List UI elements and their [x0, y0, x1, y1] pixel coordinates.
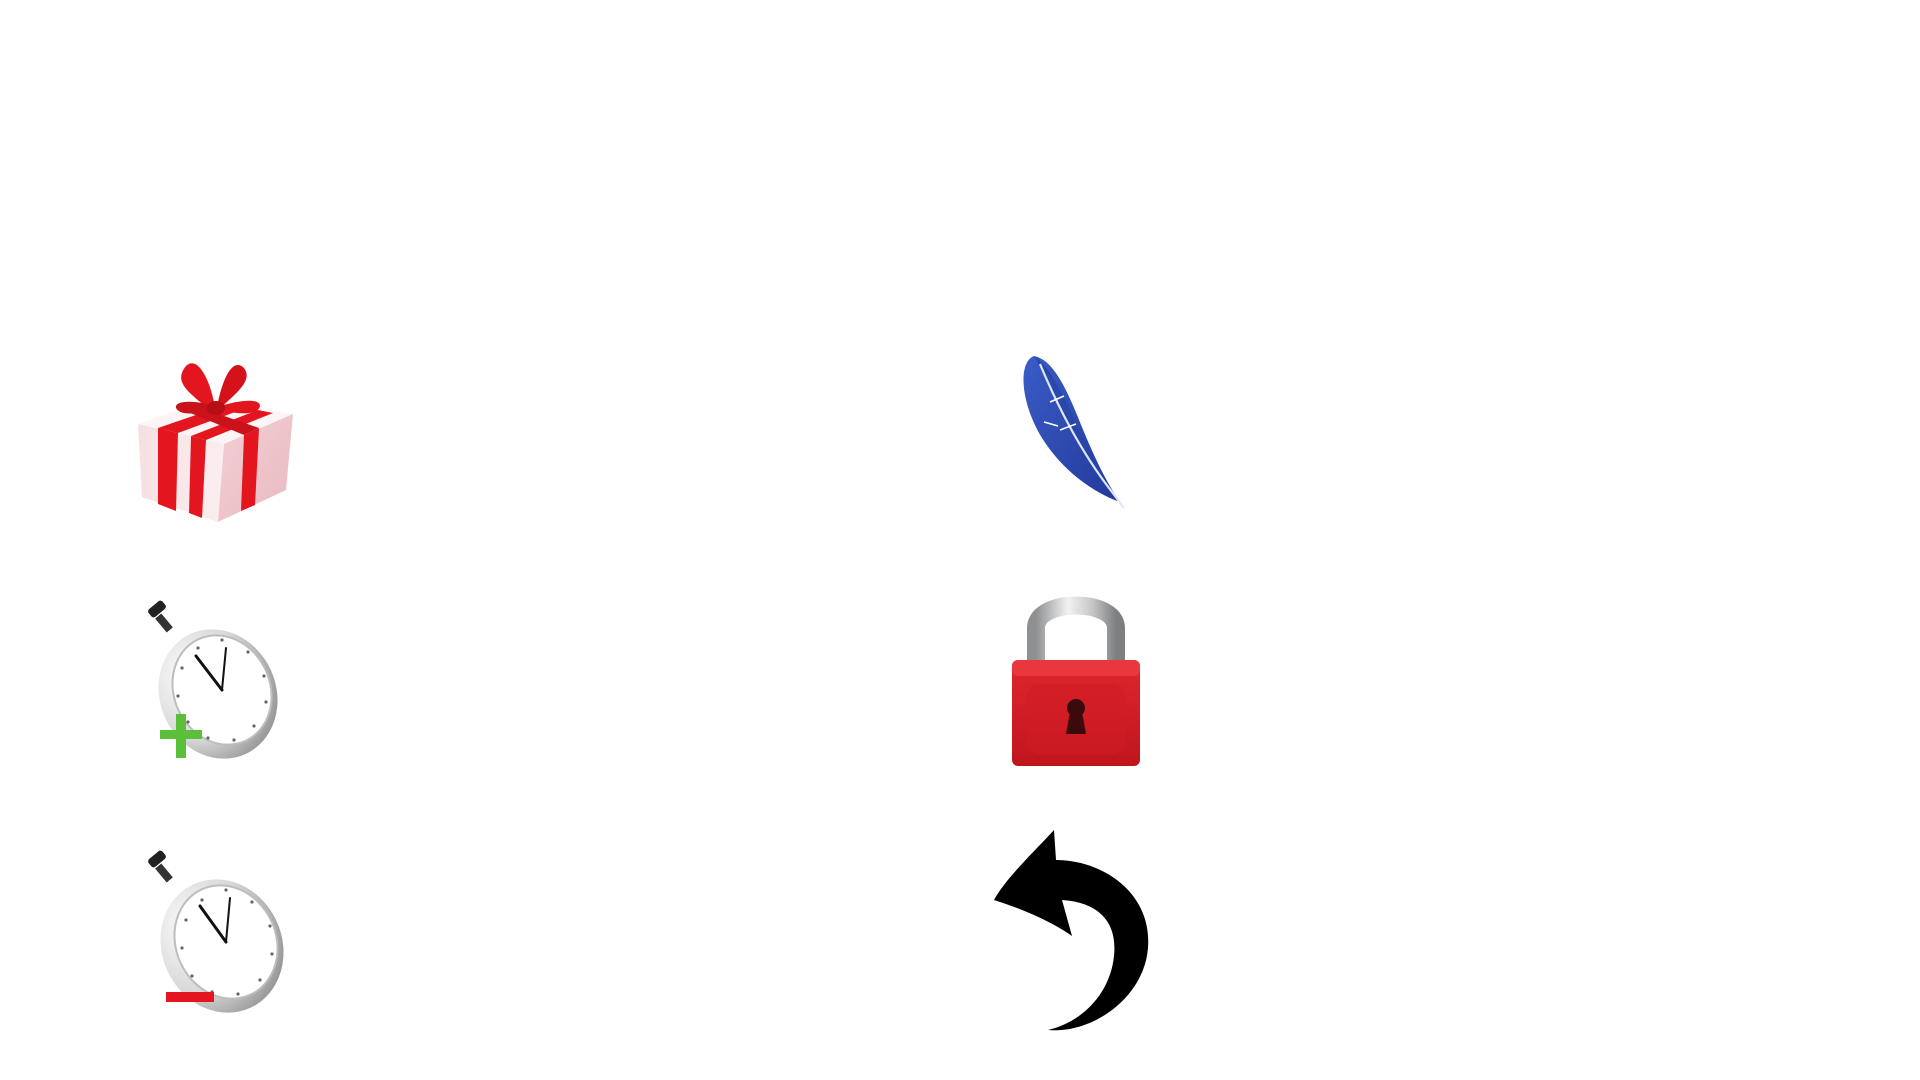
undo-arrow-icon	[994, 830, 1149, 1031]
lock-button[interactable]	[1008, 588, 1144, 768]
stopwatch-plus-icon	[148, 600, 278, 759]
feather-icon	[1023, 356, 1125, 509]
stopwatch-minus-icon	[148, 850, 284, 1013]
gift-button[interactable]	[128, 352, 303, 527]
icon-palette	[0, 0, 1920, 1080]
undo-button[interactable]	[992, 826, 1152, 1036]
add-time-button[interactable]	[140, 598, 280, 764]
gift-icon	[138, 363, 293, 522]
padlock-icon	[1012, 596, 1140, 766]
feather-button[interactable]	[1020, 352, 1140, 512]
subtract-time-button[interactable]	[142, 848, 287, 1018]
